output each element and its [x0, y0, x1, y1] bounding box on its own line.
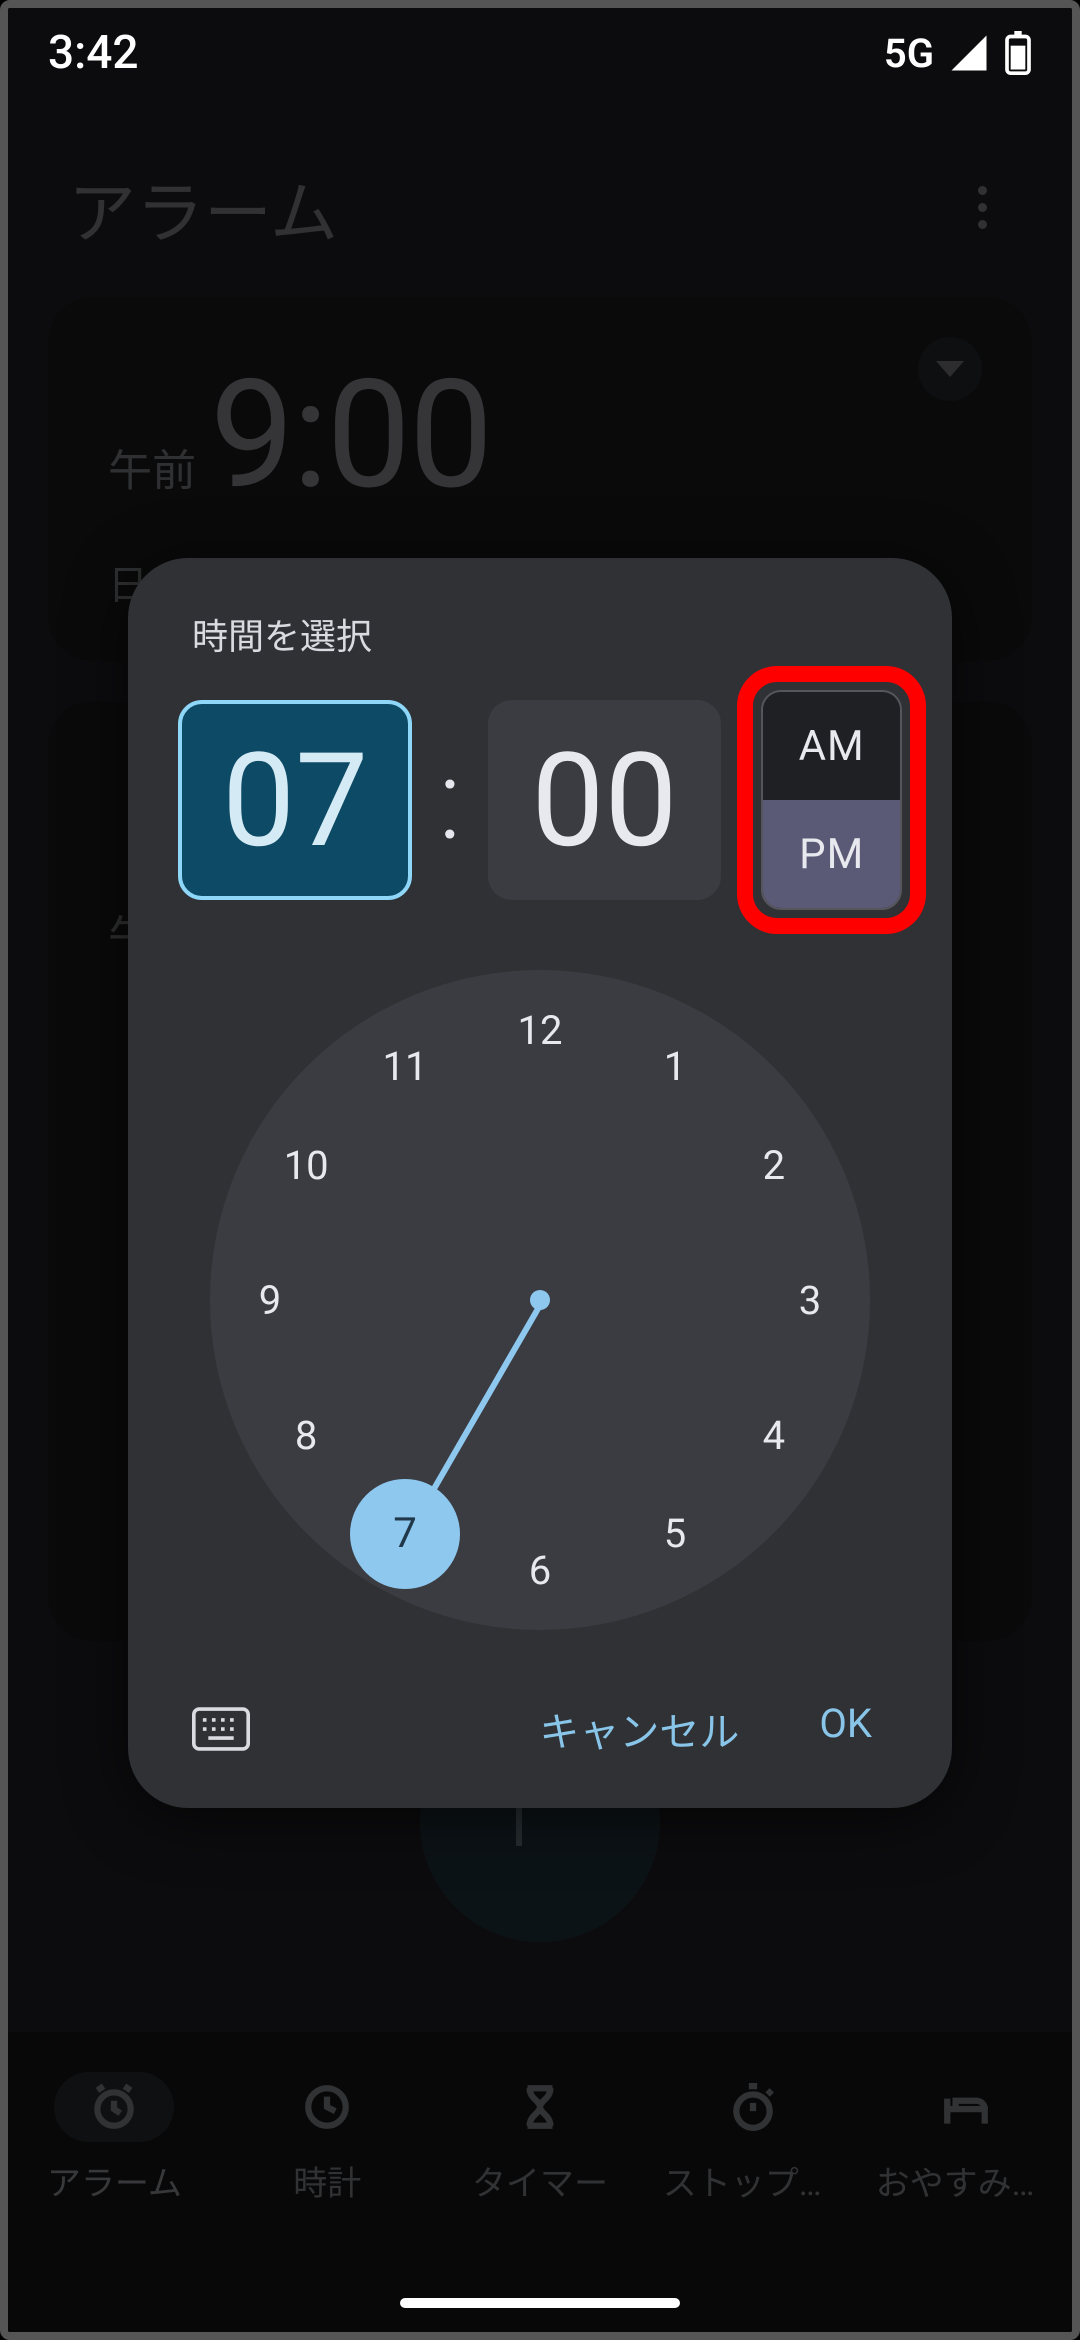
time-inputs-row: 07 : 00 AM PM	[178, 690, 902, 910]
clock-number[interactable]: 5	[640, 1499, 710, 1569]
cancel-button[interactable]: キャンセル	[539, 1700, 739, 1758]
clock-number[interactable]: 3	[775, 1265, 845, 1335]
battery-icon	[1004, 31, 1032, 75]
clock-selected-number[interactable]: 7	[350, 1479, 460, 1589]
ok-button[interactable]: OK	[819, 1700, 872, 1758]
clock-number[interactable]: 1	[640, 1031, 710, 1101]
time-colon: :	[432, 736, 467, 865]
keyboard-icon[interactable]	[192, 1707, 250, 1751]
time-picker-dialog: 時間を選択 07 : 00 AM PM 12 12 3 456 8 9 10 11 7	[128, 558, 952, 1808]
dialog-actions: キャンセル OK	[178, 1690, 902, 1768]
hour-field[interactable]: 07	[178, 700, 412, 900]
signal-icon	[948, 32, 990, 74]
clock-number[interactable]: 6	[505, 1535, 575, 1605]
status-time: 3:42	[48, 26, 139, 80]
clock-number[interactable]: 10	[271, 1130, 341, 1200]
clock-number[interactable]: 11	[370, 1031, 440, 1101]
network-5g-label: 5G	[884, 30, 934, 77]
clock-number[interactable]: 2	[739, 1130, 809, 1200]
ampm-toggle: AM PM	[761, 690, 902, 910]
dialog-title: 時間を選択	[192, 608, 902, 660]
status-bar: 3:42 5G	[8, 8, 1072, 98]
am-button[interactable]: AM	[763, 692, 900, 800]
home-indicator[interactable]	[400, 2298, 680, 2308]
status-right: 5G	[884, 30, 1032, 77]
clock-number[interactable]: 4	[739, 1400, 809, 1470]
minute-field[interactable]: 00	[488, 700, 722, 900]
pm-button[interactable]: PM	[763, 800, 900, 908]
clock-number[interactable]: 8	[271, 1400, 341, 1470]
clock-face[interactable]: 12 12 3 456 8 9 10 11 7	[210, 970, 870, 1630]
clock-number[interactable]: 9	[235, 1265, 305, 1335]
clock-number[interactable]: 12	[505, 995, 575, 1065]
